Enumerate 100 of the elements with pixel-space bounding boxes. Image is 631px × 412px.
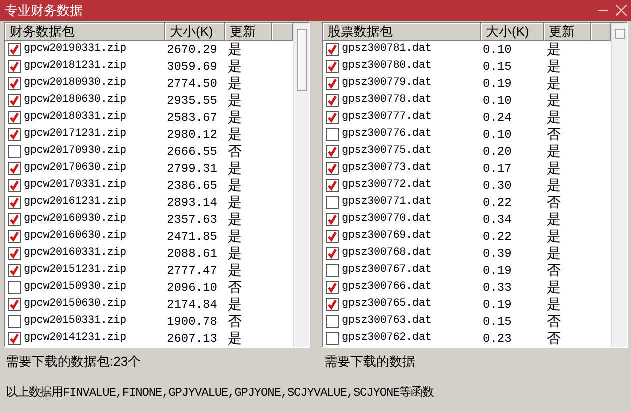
file-size: 0.10 xyxy=(482,126,513,144)
checkbox[interactable] xyxy=(326,196,339,209)
update-status-text: 是 xyxy=(227,194,243,211)
checkbox[interactable] xyxy=(326,162,339,175)
column-header[interactable]: 财务数据包 xyxy=(5,23,165,41)
file-name: gpsz300769.dat xyxy=(342,229,432,244)
download-count-label: 需要下载的数据 xyxy=(324,353,416,372)
checkbox[interactable] xyxy=(8,213,21,226)
file-name: gpsz300771.dat xyxy=(342,195,432,210)
checkbox[interactable] xyxy=(326,264,339,277)
checkbox[interactable] xyxy=(8,43,21,56)
checkbox[interactable] xyxy=(326,230,339,243)
update-status-text: 是 xyxy=(546,58,562,75)
scrollbar[interactable] xyxy=(611,23,627,347)
update-status-text: 是 xyxy=(227,262,243,279)
update-status-text: 是 xyxy=(227,109,243,126)
checkbox[interactable] xyxy=(8,94,21,107)
checkbox[interactable] xyxy=(326,179,339,192)
file-size: 0.30 xyxy=(482,178,513,194)
update-status-text: 是 xyxy=(546,211,562,228)
file-size: 0.15 xyxy=(482,58,513,76)
file-size: 1900.78 xyxy=(166,314,218,330)
file-name: gpsz300765.dat xyxy=(342,297,432,312)
file-name: gpcw20161231.zip xyxy=(24,195,126,210)
checkbox[interactable] xyxy=(8,281,21,294)
file-name: gpsz300773.dat xyxy=(342,161,432,176)
checkbox[interactable] xyxy=(8,315,21,328)
file-name: gpcw20150331.zip xyxy=(24,314,126,330)
checkbox[interactable] xyxy=(8,179,21,192)
checkbox[interactable] xyxy=(8,128,21,141)
checkbox[interactable] xyxy=(326,111,339,124)
checkbox[interactable] xyxy=(8,264,21,277)
checkbox[interactable] xyxy=(326,43,339,56)
update-status-text: 是 xyxy=(227,75,243,92)
column-header[interactable]: 股票数据包 xyxy=(323,23,481,41)
file-size: 2174.84 xyxy=(166,296,218,314)
update-status-text: 否 xyxy=(546,262,562,279)
column-header[interactable]: 大小(K) xyxy=(481,23,544,41)
file-size: 0.19 xyxy=(482,76,513,92)
checkbox[interactable] xyxy=(326,94,339,107)
checkbox[interactable] xyxy=(8,247,21,260)
update-status-text: 是 xyxy=(546,177,562,194)
file-name: gpcw20170630.zip xyxy=(24,161,126,176)
checkbox[interactable] xyxy=(8,298,21,311)
file-size: 2583.67 xyxy=(166,110,218,126)
file-name: gpcw20190331.zip xyxy=(24,42,126,58)
file-size: 2386.65 xyxy=(166,178,218,194)
file-name: gpsz300776.dat xyxy=(342,127,432,142)
file-size: 0.19 xyxy=(482,262,513,280)
checkbox[interactable] xyxy=(326,145,339,158)
update-status-text: 是 xyxy=(546,245,562,262)
checkbox[interactable] xyxy=(8,77,21,90)
update-status-text: 否 xyxy=(546,330,562,347)
column-header[interactable]: 大小(K) xyxy=(165,23,225,41)
scrollbar[interactable] xyxy=(293,23,309,347)
update-status-text: 是 xyxy=(227,245,243,262)
file-name: gpsz300768.dat xyxy=(342,246,432,262)
file-size: 2357.63 xyxy=(166,212,218,228)
checkbox[interactable] xyxy=(8,196,21,209)
update-status-text: 是 xyxy=(227,296,243,313)
file-size: 0.33 xyxy=(482,280,513,296)
column-header[interactable]: 更新 xyxy=(544,23,591,41)
file-size: 0.15 xyxy=(482,314,513,330)
checkbox[interactable] xyxy=(8,145,21,158)
update-status-text: 是 xyxy=(546,296,562,313)
update-status-text: 是 xyxy=(227,177,243,194)
checkbox[interactable] xyxy=(326,332,339,345)
checkbox[interactable] xyxy=(326,128,339,141)
file-name: gpsz300778.dat xyxy=(342,93,432,108)
file-size: 2774.50 xyxy=(166,76,218,92)
checkbox[interactable] xyxy=(8,111,21,124)
file-size: 0.17 xyxy=(482,160,513,178)
file-name: gpcw20160331.zip xyxy=(24,246,126,262)
file-size: 0.10 xyxy=(482,42,513,58)
checkbox[interactable] xyxy=(326,298,339,311)
file-size: 2670.29 xyxy=(166,42,218,58)
checkbox[interactable] xyxy=(326,315,339,328)
checkbox[interactable] xyxy=(8,162,21,175)
file-size: 2980.12 xyxy=(166,126,218,144)
file-size: 0.24 xyxy=(482,110,513,126)
file-size: 0.22 xyxy=(482,228,513,246)
checkbox[interactable] xyxy=(326,213,339,226)
scrollbar-thumb[interactable] xyxy=(296,29,306,91)
file-size: 3059.69 xyxy=(166,58,218,76)
file-size: 2471.85 xyxy=(166,228,218,246)
checkbox[interactable] xyxy=(326,247,339,260)
close-icon[interactable] xyxy=(616,5,627,16)
file-name: gpsz300763.dat xyxy=(342,314,432,330)
checkbox[interactable] xyxy=(8,60,21,73)
checkbox[interactable] xyxy=(326,60,339,73)
checkbox[interactable] xyxy=(326,77,339,90)
file-name: gpcw20180331.zip xyxy=(24,110,126,126)
column-header[interactable]: 更新 xyxy=(225,23,272,41)
file-size: 0.22 xyxy=(482,194,513,212)
scrollbar-thumb[interactable] xyxy=(614,29,624,39)
file-size: 0.20 xyxy=(482,144,513,160)
checkbox[interactable] xyxy=(8,230,21,243)
file-name: gpcw20160930.zip xyxy=(24,212,126,228)
checkbox[interactable] xyxy=(326,281,339,294)
checkbox[interactable] xyxy=(8,332,21,345)
